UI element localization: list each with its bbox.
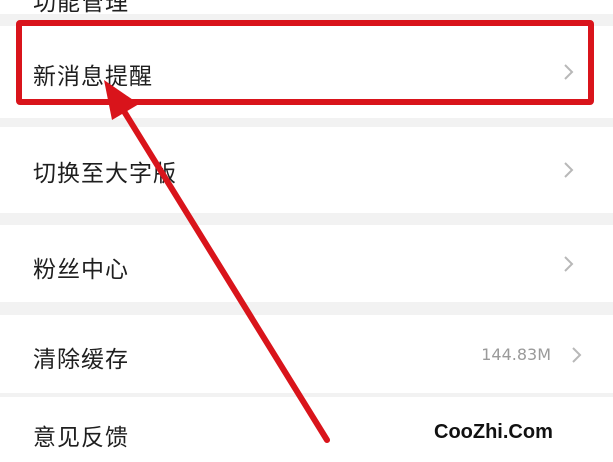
settings-row-label: 新消息提醒	[33, 64, 153, 90]
settings-row-large-font-mode[interactable]: 切换至大字版	[0, 127, 613, 213]
settings-row-label: 切换至大字版	[33, 161, 177, 187]
chevron-right-icon	[564, 162, 574, 178]
settings-row-label: 粉丝中心	[33, 257, 129, 283]
settings-row-fan-center[interactable]: 粉丝中心	[0, 225, 613, 302]
settings-row-label: 意见反馈	[33, 425, 129, 451]
settings-row-clear-cache[interactable]: 清除缓存 144.83M	[0, 315, 613, 393]
watermark: CooZhi.Com	[434, 421, 553, 443]
chevron-right-icon	[572, 347, 582, 363]
settings-row-label: 功能管理	[33, 0, 129, 16]
chevron-right-icon	[564, 256, 574, 272]
settings-row-new-message-alert[interactable]: 新消息提醒	[0, 26, 613, 118]
chevron-right-icon	[564, 64, 574, 80]
settings-row-label: 清除缓存	[33, 347, 129, 373]
settings-row-partial[interactable]: 功能管理	[0, 0, 613, 16]
cache-size-value: 144.83M	[481, 345, 551, 364]
